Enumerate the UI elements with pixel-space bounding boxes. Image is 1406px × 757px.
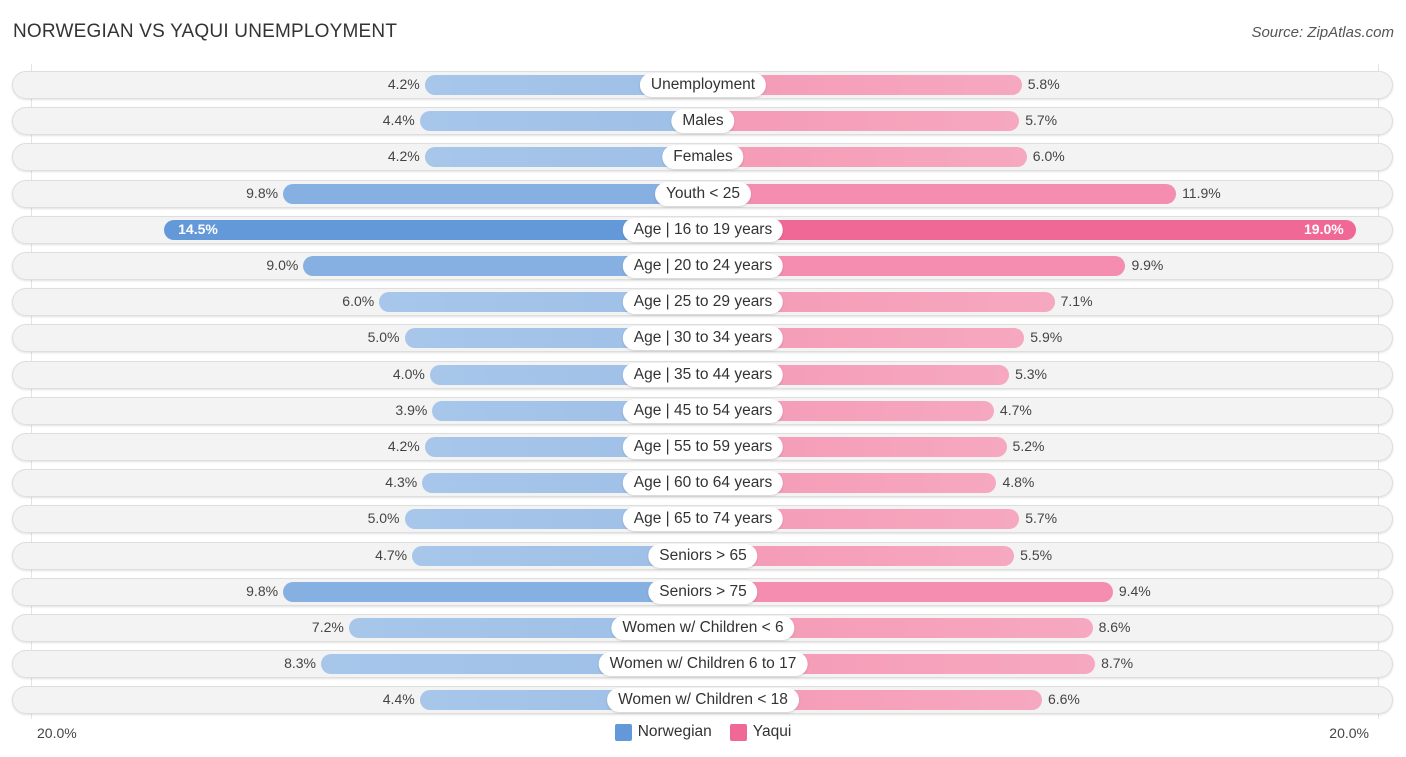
legend-label-norwegian: Norwegian [637,723,712,740]
bar-norwegian[interactable] [283,183,703,204]
value-label-yaqui: 11.9% [1182,184,1221,201]
value-label-yaqui: 4.8% [1002,474,1035,491]
legend: Norwegian Yaqui [0,723,1406,741]
value-label-norwegian: 4.0% [392,365,425,382]
chart-row: 4.2% 6.0% Females [12,143,1393,172]
value-label-yaqui: 9.9% [1131,257,1164,273]
legend-swatch-norwegian [614,723,632,741]
value-label-norwegian: 9.8% [246,184,279,201]
value-label-norwegian: 7.2% [311,619,344,635]
value-label-yaqui: 7.1% [1060,293,1093,310]
category-label: Women w/ Children < 6 [611,616,795,640]
bar-yaqui[interactable] [703,183,1177,204]
chart-row: 9.0% 9.9% Age | 20 to 24 years [12,252,1393,280]
bar-yaqui[interactable] [703,111,1020,132]
chart-row: 4.4% 6.6% Women w/ Children < 18 [12,686,1393,715]
value-label-yaqui: 5.3% [1015,365,1047,382]
category-label: Women w/ Children < 18 [607,688,799,713]
bar-yaqui[interactable] [703,147,1027,168]
category-label: Age | 35 to 44 years [622,362,784,387]
category-label: Age | 65 to 74 years [622,507,784,532]
chart-row: 4.3% 4.8% Age | 60 to 64 years [12,469,1393,498]
category-label: Seniors > 65 [648,543,758,568]
value-label-norwegian: 9.0% [266,257,299,273]
value-label-norwegian: 4.2% [387,148,420,165]
value-label-norwegian: 4.7% [375,546,408,563]
category-label: Unemployment [639,73,767,97]
chart-row: 4.7% 5.5% Seniors > 65 [12,541,1393,570]
value-label-norwegian: 4.2% [387,76,420,92]
legend-item-yaqui[interactable]: Yaqui [729,723,792,741]
category-label: Females [662,145,744,170]
chart-row: 4.0% 5.3% Age | 35 to 44 years [12,360,1393,389]
chart-row: 9.8% 9.4% Seniors > 75 [12,577,1393,606]
bar-yaqui[interactable] [703,581,1113,602]
bar-norwegian[interactable] [419,111,703,132]
value-label-yaqui: 6.0% [1032,148,1065,165]
value-label-yaqui: 5.8% [1027,76,1060,92]
value-label-norwegian: 5.0% [367,329,400,346]
value-label-yaqui: 6.6% [1047,691,1080,708]
source-label: Source: ZipAtlas.com [1251,24,1394,41]
category-label: Age | 16 to 19 years [622,217,784,242]
value-label-yaqui: 5.7% [1025,510,1058,527]
category-label: Age | 55 to 59 years [622,435,784,459]
value-label-yaqui: 5.7% [1025,112,1058,129]
value-label-yaqui: 8.6% [1098,619,1131,635]
chart-row: 8.3% 8.7% Women w/ Children 6 to 17 [12,650,1393,679]
legend-label-yaqui: Yaqui [752,723,792,740]
category-label: Age | 45 to 54 years [622,398,784,423]
category-label: Youth < 25 [655,181,751,206]
value-label-yaqui: 8.7% [1101,655,1134,672]
category-label: Seniors > 75 [648,579,758,604]
value-label-yaqui: 5.5% [1020,546,1053,563]
value-label-norwegian: 3.9% [395,401,428,418]
bar-norwegian[interactable] [283,581,703,602]
chart-row: 5.0% 5.7% Age | 65 to 74 years [12,505,1393,534]
category-label: Males [671,109,735,134]
bar-yaqui[interactable] [703,219,1356,240]
value-label-norwegian: 5.0% [367,510,400,527]
chart-row: 4.4% 5.7% Males [12,107,1393,136]
legend-item-norwegian[interactable]: Norwegian [614,723,712,741]
value-label-norwegian: 4.4% [382,691,415,708]
category-label: Age | 20 to 24 years [622,254,784,278]
legend-swatch-yaqui [729,723,747,741]
bar-norwegian[interactable] [424,147,703,168]
value-label-norwegian: 14.5% [178,220,218,237]
chart-row: 9.8% 11.9% Youth < 25 [12,179,1393,208]
category-label: Age | 25 to 29 years [622,290,784,315]
value-label-yaqui: 5.2% [1012,438,1045,454]
category-label: Age | 60 to 64 years [622,471,784,496]
value-label-norwegian: 8.3% [284,655,317,672]
value-label-yaqui: 5.9% [1030,329,1063,346]
value-label-norwegian: 4.3% [385,474,418,491]
value-label-norwegian: 4.2% [387,438,420,454]
chart-row: 4.2% 5.2% Age | 55 to 59 years [12,433,1393,461]
chart-row: 6.0% 7.1% Age | 25 to 29 years [12,288,1393,317]
chart-row: 4.2% 5.8% Unemployment [12,71,1393,99]
value-label-yaqui: 4.7% [999,401,1032,418]
value-label-norwegian: 4.4% [382,112,415,129]
value-label-norwegian: 6.0% [342,293,375,310]
chart-row: 5.0% 5.9% Age | 30 to 34 years [12,324,1393,353]
chart-title: NORWEGIAN VS YAQUI UNEMPLOYMENT [13,21,398,42]
value-label-norwegian: 9.8% [246,582,279,599]
value-label-yaqui: 9.4% [1118,582,1151,599]
category-label: Women w/ Children 6 to 17 [598,652,808,677]
chart-row: 14.5% 19.0% Age | 16 to 19 years [12,215,1393,244]
chart-row: 7.2% 8.6% Women w/ Children < 6 [12,614,1393,642]
chart-row: 3.9% 4.7% Age | 45 to 54 years [12,396,1393,425]
value-label-yaqui: 19.0% [1304,220,1344,237]
category-label: Age | 30 to 34 years [622,326,784,351]
